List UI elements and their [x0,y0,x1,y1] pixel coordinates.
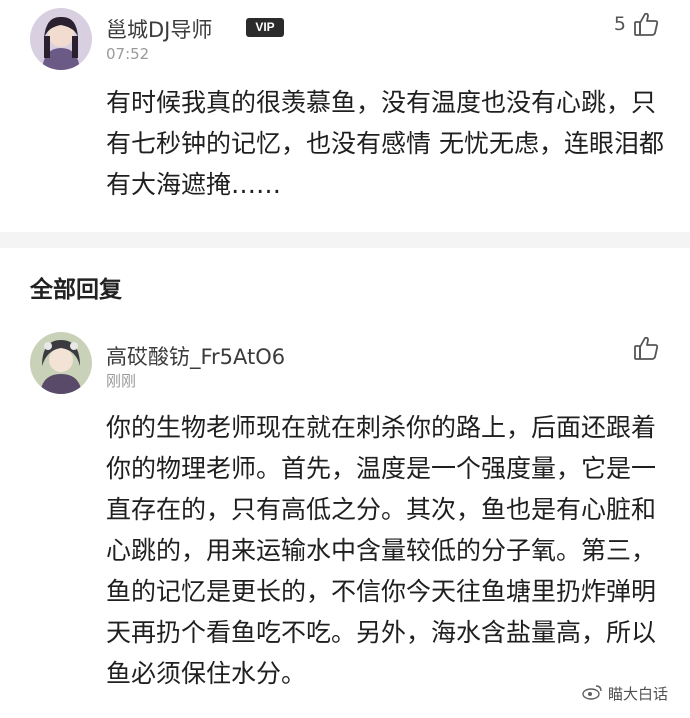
watermark-text: 瞄大白话 [607,685,668,703]
avatar[interactable] [30,332,92,394]
avatar[interactable] [30,8,92,70]
timestamp: 刚刚 [106,372,137,390]
like-button[interactable]: 5 [614,10,660,38]
reply-comment: 高砹酸钫_Fr5AtO6 刚刚 你的生物老师现在就在刺杀你的路上，后面还跟着你的… [0,318,690,718]
comment-text: 有时候我真的很羡慕鱼，没有温度也没有心跳，只有七秒钟的记忆，也没有感情 无忧无虑… [106,88,664,199]
thumbs-up-icon[interactable] [632,334,660,362]
vip-badge: VIP [246,18,284,37]
top-comment: 邕城DJ导师 VIP 07:52 5 有时候我真的很羡慕鱼，没有温度也没有心跳，… [0,0,690,232]
comment-text: 你的生物老师现在就在刺杀你的路上，后面还跟着你的物理老师。首先，温度是一个强度量… [106,413,657,688]
username[interactable]: 高砹酸钫_Fr5AtO6 [106,341,285,371]
thumbs-up-icon[interactable] [632,10,660,38]
like-button[interactable] [632,334,660,362]
username[interactable]: 邕城DJ导师 [106,14,212,44]
watermark: 瞄大白话 [582,683,668,704]
weibo-icon [582,684,608,704]
like-count: 5 [613,13,626,35]
section-title: 全部回复 [30,277,122,303]
timestamp: 07:52 [106,45,150,63]
section-divider [0,232,690,248]
